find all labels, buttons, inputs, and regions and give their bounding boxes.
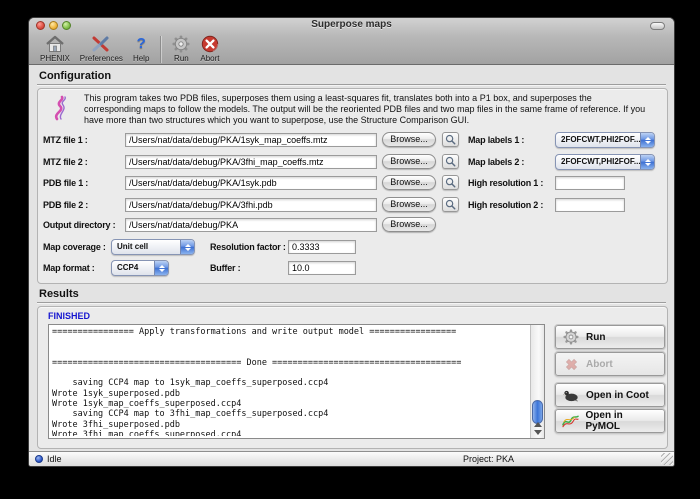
resize-grip[interactable] (661, 453, 673, 465)
gear-icon (172, 34, 190, 53)
scroll-up-icon[interactable] (534, 422, 542, 427)
field-label: High resolution 2 : (468, 197, 554, 213)
run-button[interactable]: Run (555, 325, 665, 349)
log-output[interactable]: ================ Apply transformations a… (48, 324, 545, 439)
toolbar-item-phenix[interactable]: PHENIX (35, 34, 75, 64)
high-resolution-1-input[interactable] (555, 176, 625, 190)
map-coverage-dropdown[interactable]: Unit cell (111, 239, 195, 255)
configuration-heading: Configuration (39, 70, 111, 82)
popup-stepper-icon (180, 240, 194, 254)
pdb-file-2-input[interactable] (125, 198, 377, 212)
toolbar: PHENIX Preferences ? Help Run (35, 33, 225, 64)
inspect-file-button[interactable] (442, 175, 459, 190)
popup-stepper-icon (154, 261, 168, 275)
field-label: High resolution 1 : (468, 175, 554, 191)
inspect-file-button[interactable] (442, 132, 459, 147)
toolbar-label: Help (133, 54, 149, 63)
program-description: This program takes two PDB files, superp… (84, 93, 651, 126)
open-in-coot-button[interactable]: Open in Coot (555, 383, 665, 407)
form-row-mtz-file-1: MTZ file 1 : Browse... Map labels 1 : 2F… (38, 132, 667, 148)
configuration-panel: This program takes two PDB files, superp… (37, 88, 668, 284)
status-badge: FINISHED (48, 311, 90, 321)
configuration-rule (37, 84, 666, 85)
browse-button[interactable]: Browse... (382, 175, 436, 190)
popup-stepper-icon (640, 133, 654, 147)
browse-button[interactable]: Browse... (382, 197, 436, 212)
form-row-map-format: Map format : CCP4 Buffer : (38, 260, 667, 276)
pymol-ribbon-icon (562, 412, 580, 430)
output-directory-input[interactable] (125, 218, 377, 232)
inspect-file-button[interactable] (442, 154, 459, 169)
toolbar-toggle-button[interactable] (650, 22, 665, 30)
button-label: Open in Coot (586, 390, 649, 401)
status-bar: Idle Project: PKA (29, 451, 674, 466)
titlebar[interactable]: Superpose maps (29, 18, 674, 33)
coot-bird-icon (562, 386, 580, 404)
resolution-factor-input[interactable] (288, 240, 356, 254)
toolbar-separator (160, 36, 161, 63)
field-label: MTZ file 2 : (43, 154, 123, 170)
form-row-pdb-file-1: PDB file 1 : Browse... High resolution 1… (38, 175, 667, 191)
browse-button[interactable]: Browse... (382, 217, 436, 232)
status-state: Idle (47, 454, 62, 464)
field-label: Map labels 1 : (468, 132, 554, 148)
tools-icon (91, 34, 111, 53)
map-format-dropdown[interactable]: CCP4 (111, 260, 169, 276)
open-in-pymol-button[interactable]: Open in PyMOL (555, 409, 665, 433)
button-label: Run (586, 332, 605, 343)
map-labels-1-dropdown[interactable]: 2FOFCWT,PHI2FOF... (555, 132, 655, 148)
field-label: Resolution factor : (210, 239, 290, 255)
mtz-file-2-input[interactable] (125, 155, 377, 169)
high-resolution-2-input[interactable] (555, 198, 625, 212)
pdb-file-1-input[interactable] (125, 176, 377, 190)
toolbar-item-preferences[interactable]: Preferences (75, 34, 128, 64)
results-panel: FINISHED ================ Apply transfor… (37, 306, 668, 449)
field-label: Output directory : (43, 217, 123, 233)
abort-button[interactable]: Abort (555, 352, 665, 376)
window-chrome: Superpose maps PHENIX Preferences ? Help (29, 18, 674, 65)
field-label: PDB file 1 : (43, 175, 123, 191)
question-mark-icon: ? (137, 34, 146, 53)
toolbar-label: Run (174, 54, 189, 63)
toolbar-label: Abort (200, 54, 219, 63)
window-title: Superpose maps (29, 19, 674, 30)
form-row-mtz-file-2: MTZ file 2 : Browse... Map labels 2 : 2F… (38, 154, 667, 170)
buffer-input[interactable] (288, 261, 356, 275)
inspect-file-button[interactable] (442, 197, 459, 212)
scrollbar-arrows (531, 416, 544, 438)
main-content: Configuration This program takes two PDB… (29, 65, 674, 451)
popup-stepper-icon (640, 155, 654, 169)
log-scrollbar[interactable] (530, 325, 544, 438)
project-label: Project: PKA (463, 454, 514, 464)
abort-x-icon (562, 355, 580, 373)
form-row-pdb-file-2: PDB file 2 : Browse... High resolution 2… (38, 197, 667, 213)
form-row-output-directory: Output directory : Browse... (38, 217, 667, 233)
form-row-map-coverage: Map coverage : Unit cell Resolution fact… (38, 239, 667, 255)
phenix-graphics-icon (51, 95, 73, 121)
home-icon (45, 34, 65, 53)
toolbar-label: PHENIX (40, 54, 70, 63)
superpose-maps-window: Superpose maps PHENIX Preferences ? Help (28, 17, 675, 467)
browse-button[interactable]: Browse... (382, 132, 436, 147)
toolbar-item-run[interactable]: Run (167, 34, 195, 64)
toolbar-item-abort[interactable]: Abort (195, 34, 224, 64)
scroll-down-icon[interactable] (534, 430, 542, 435)
button-label: Open in PyMOL (586, 410, 658, 432)
status-led-icon (35, 455, 43, 463)
toolbar-label: Preferences (80, 54, 123, 63)
log-text: ================ Apply transformations a… (52, 327, 528, 436)
field-label: PDB file 2 : (43, 197, 123, 213)
field-label: Map labels 2 : (468, 154, 554, 170)
abort-x-icon (201, 34, 219, 53)
field-label: MTZ file 1 : (43, 132, 123, 148)
field-label: Buffer : (210, 260, 290, 276)
results-heading: Results (39, 288, 79, 300)
results-rule (37, 302, 666, 303)
button-label: Abort (586, 359, 613, 370)
mtz-file-1-input[interactable] (125, 133, 377, 147)
map-labels-2-dropdown[interactable]: 2FOFCWT,PHI2FOF... (555, 154, 655, 170)
browse-button[interactable]: Browse... (382, 154, 436, 169)
toolbar-item-help[interactable]: ? Help (128, 34, 154, 64)
gear-icon (562, 328, 580, 346)
